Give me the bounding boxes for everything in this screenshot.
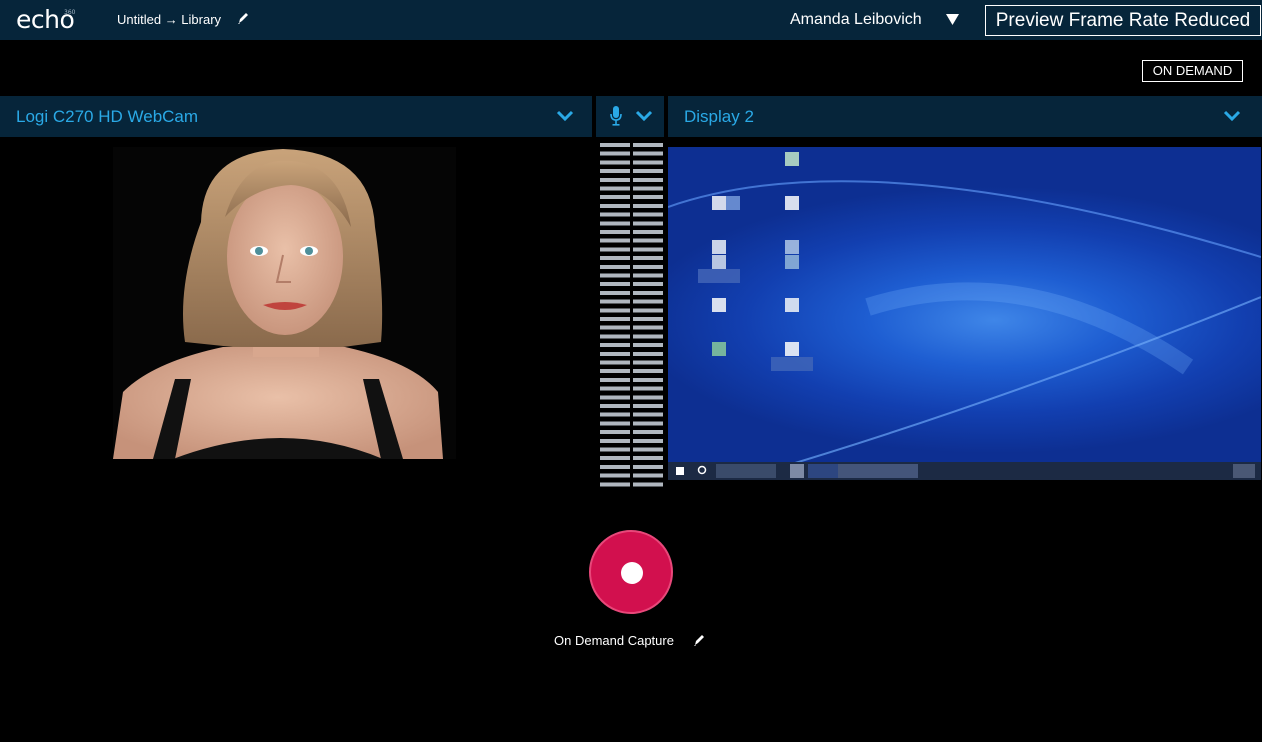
top-bar: echo 360 Untitled → Library Amanda Leibov… [0, 0, 1262, 40]
taskbar-image [676, 464, 1255, 478]
windows-taskbar [668, 462, 1261, 480]
audio-level-meter [600, 143, 663, 491]
breadcrumb: Untitled → Library [117, 12, 222, 27]
display-source-select[interactable]: Display 2 [668, 96, 1262, 137]
capture-title: On Demand Capture [554, 633, 674, 648]
chevron-down-icon[interactable] [556, 109, 574, 123]
webcam-person-image [113, 147, 456, 459]
user-name[interactable]: Amanda Leibovich [790, 11, 922, 29]
pencil-icon[interactable] [236, 10, 250, 26]
preview-frame-rate-button[interactable]: Preview Frame Rate Reduced [985, 5, 1261, 36]
audio-source-select[interactable] [596, 96, 664, 137]
desktop-screen-image [668, 152, 1261, 478]
microphone-icon [610, 106, 622, 126]
camera-source-label: Logi C270 HD WebCam [16, 107, 199, 126]
audio-meter-left [600, 143, 630, 491]
record-button[interactable] [589, 530, 673, 614]
display-source-label: Display 2 [684, 107, 754, 126]
chevron-down-icon[interactable] [1223, 109, 1241, 123]
camera-source-select[interactable]: Logi C270 HD WebCam [0, 96, 592, 137]
audio-meter-right [633, 143, 663, 491]
chevron-down-icon[interactable] [635, 109, 653, 123]
record-icon [621, 562, 643, 584]
echo360-logo: echo 360 [16, 5, 76, 34]
on-demand-badge: ON DEMAND [1142, 60, 1243, 82]
display-preview [668, 147, 1261, 480]
caret-down-icon[interactable] [946, 14, 959, 25]
camera-preview [113, 147, 456, 459]
pencil-icon[interactable] [692, 632, 706, 648]
